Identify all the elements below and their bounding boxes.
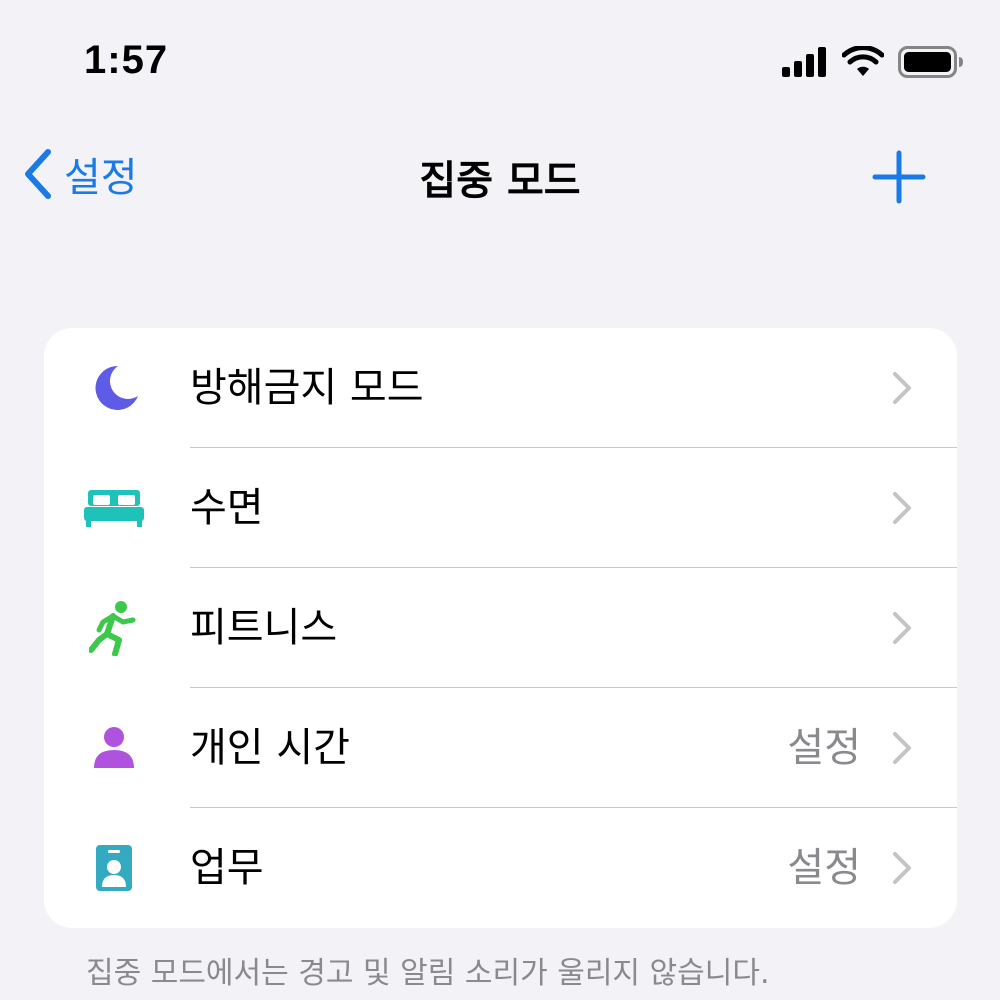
status-bar: 1:57 <box>0 0 1000 120</box>
focus-item-label: 수면 <box>190 485 264 531</box>
wifi-icon <box>842 46 884 76</box>
status-time: 1:57 <box>84 38 169 82</box>
setup-label: 설정 <box>787 725 861 771</box>
focus-item-label: 업무 <box>190 845 264 891</box>
focus-item-do-not-disturb[interactable]: 방해금지 모드 <box>44 328 957 448</box>
focus-item-work[interactable]: 업무 설정 <box>44 808 957 928</box>
chevron-right-icon <box>893 612 911 644</box>
chevron-right-icon <box>893 372 911 404</box>
running-person-icon <box>84 598 144 658</box>
focus-item-sleep[interactable]: 수면 <box>44 448 957 568</box>
focus-item-personal[interactable]: 개인 시간 설정 <box>44 688 957 808</box>
chevron-right-icon <box>893 732 911 764</box>
add-focus-button[interactable] <box>872 150 926 204</box>
focus-item-label: 개인 시간 <box>190 725 350 771</box>
focus-item-label: 피트니스 <box>190 605 338 651</box>
focus-item-fitness[interactable]: 피트니스 <box>44 568 957 688</box>
status-icons <box>782 42 964 82</box>
focus-settings-screen: 1:57 설정 집중 모드 방해금지 모드 수면 피트니스 개인 시간 설정 업… <box>0 0 1000 1000</box>
plus-icon <box>872 150 926 204</box>
chevron-right-icon <box>893 492 911 524</box>
setup-label: 설정 <box>787 845 861 891</box>
focus-item-label: 방해금지 모드 <box>190 365 424 411</box>
id-badge-icon <box>84 838 144 898</box>
chevron-right-icon <box>893 852 911 884</box>
focus-mode-list: 방해금지 모드 수면 피트니스 개인 시간 설정 업무 설정 <box>44 328 957 928</box>
bed-icon <box>84 478 144 538</box>
person-icon <box>84 718 144 778</box>
cellular-signal-icon <box>782 47 826 77</box>
moon-icon <box>84 358 144 418</box>
page-title: 집중 모드 <box>419 158 581 204</box>
battery-icon <box>898 46 963 78</box>
footer-note: 집중 모드에서는 경고 및 알림 소리가 울리지 않습니다. <box>86 956 770 991</box>
navigation-bar: 설정 집중 모드 <box>0 130 1000 220</box>
